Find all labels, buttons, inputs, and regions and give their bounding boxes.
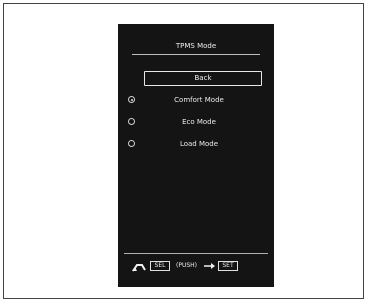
option-label: Load Mode xyxy=(179,140,219,148)
screen-title: TPMS Mode xyxy=(175,42,217,50)
option-label: Comfort Mode xyxy=(174,96,224,104)
option-comfort-mode[interactable]: Comfort Mode xyxy=(128,94,258,106)
option-eco-mode[interactable]: Eco Mode xyxy=(128,116,258,128)
right-arrow-icon xyxy=(204,263,215,269)
tpms-display-screen: TPMS Mode Back Comfort Mode Eco Mode Loa… xyxy=(118,24,274,287)
push-label: (PUSH) xyxy=(176,262,198,269)
return-arrow-icon xyxy=(132,264,146,272)
radio-unselected-icon xyxy=(128,140,135,147)
sel-key: SEL xyxy=(150,261,170,271)
set-key: SET xyxy=(218,261,238,271)
back-button[interactable]: Back xyxy=(144,71,262,86)
option-label: Eco Mode xyxy=(182,118,216,126)
option-load-mode[interactable]: Load Mode xyxy=(128,138,258,150)
control-hint-bar: SEL (PUSH) SET xyxy=(118,260,274,274)
radio-selected-icon xyxy=(128,96,135,103)
footer-divider xyxy=(124,253,268,254)
figure-frame: TPMS Mode Back Comfort Mode Eco Mode Loa… xyxy=(3,3,364,299)
radio-unselected-icon xyxy=(128,118,135,125)
title-divider xyxy=(132,54,260,55)
